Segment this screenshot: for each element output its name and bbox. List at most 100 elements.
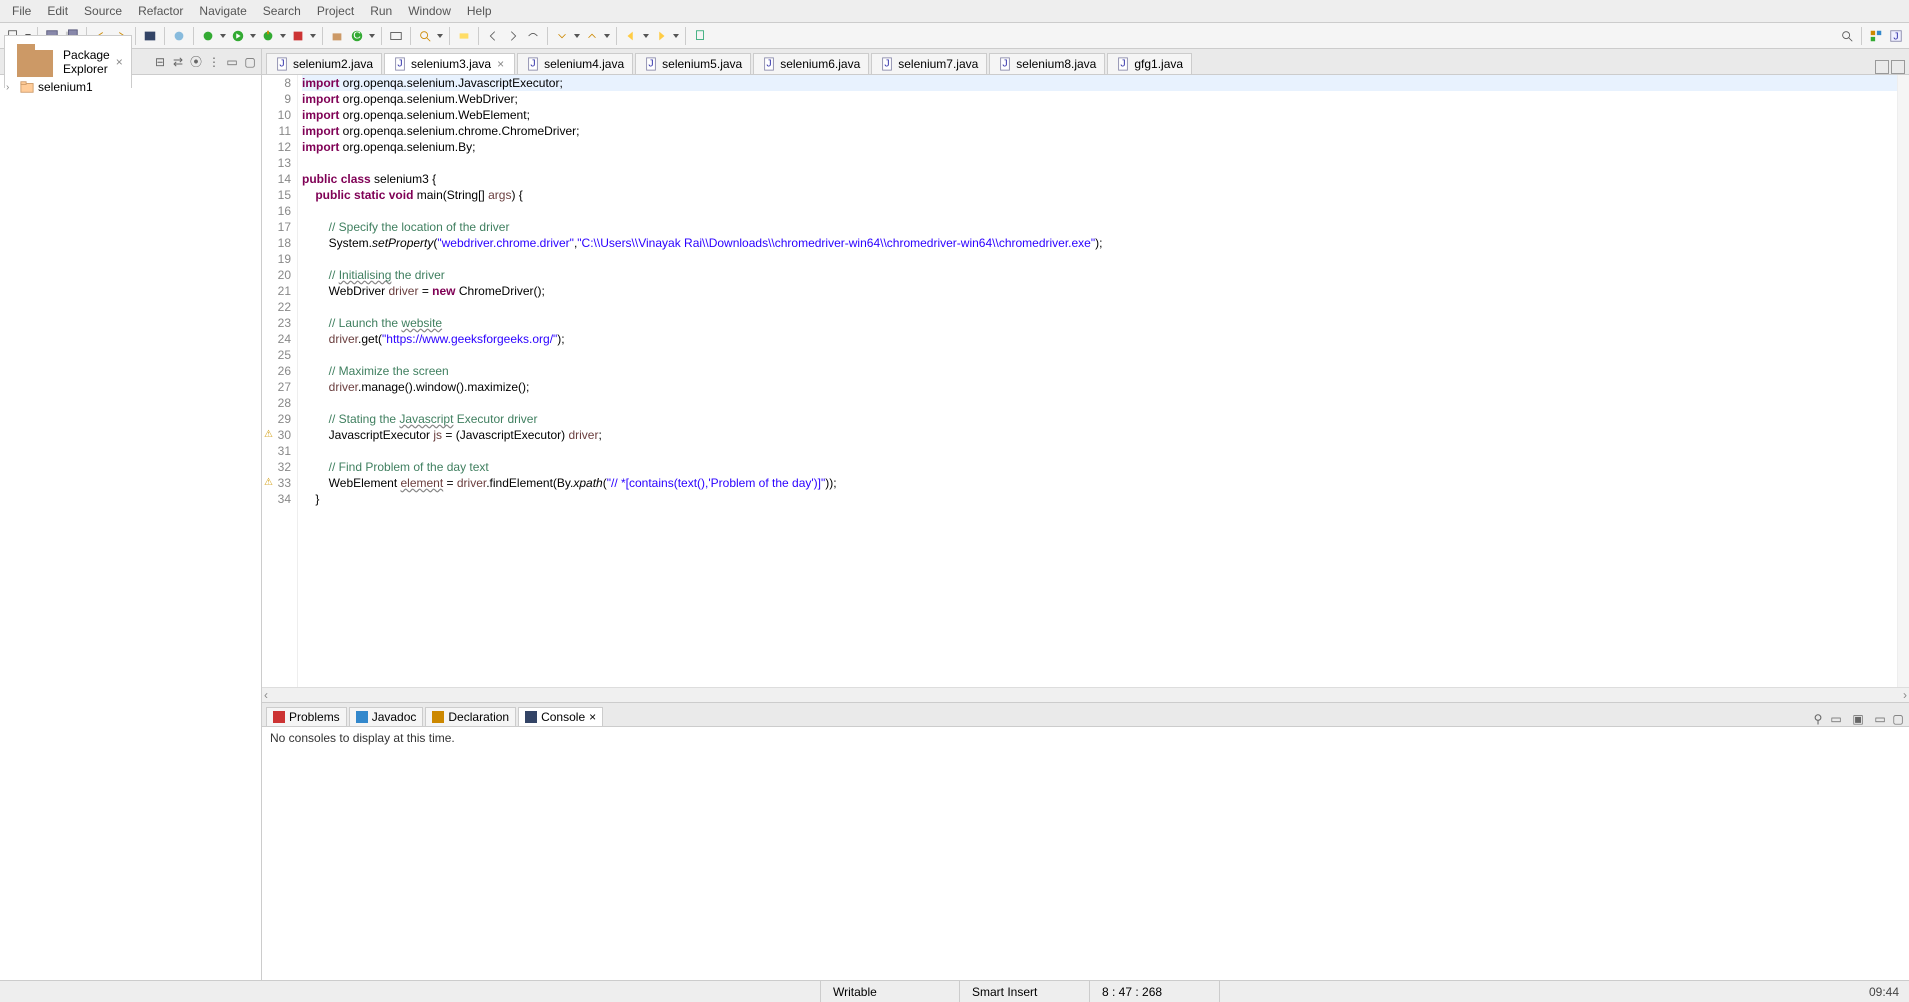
editor-tab[interactable]: Jselenium6.java bbox=[753, 53, 869, 74]
collapse-all-icon[interactable]: ⊟ bbox=[153, 55, 167, 69]
bottom-tab-javadoc[interactable]: Javadoc bbox=[349, 707, 424, 726]
search-icon[interactable] bbox=[417, 28, 433, 44]
new-class-dropdown[interactable] bbox=[368, 28, 376, 44]
prev-annotation-dropdown[interactable] bbox=[603, 28, 611, 44]
new-class-icon[interactable]: C bbox=[349, 28, 365, 44]
editor-tab[interactable]: Jselenium5.java bbox=[635, 53, 751, 74]
svg-text:J: J bbox=[767, 58, 772, 70]
prev-annotation-icon[interactable] bbox=[584, 28, 600, 44]
java-file-icon: J bbox=[526, 57, 540, 71]
tab-label: selenium5.java bbox=[662, 57, 742, 71]
editor-tab[interactable]: Jselenium4.java bbox=[517, 53, 633, 74]
pin-console-icon[interactable]: ⚲ bbox=[1811, 712, 1825, 726]
svg-text:J: J bbox=[885, 58, 890, 70]
bottom-tab-declaration[interactable]: Declaration bbox=[425, 707, 516, 726]
search-dropdown[interactable] bbox=[436, 28, 444, 44]
open-console-icon[interactable]: ▣ bbox=[1851, 712, 1865, 726]
annotation-next-icon[interactable] bbox=[505, 28, 521, 44]
java-file-icon: J bbox=[1116, 57, 1130, 71]
menu-refactor[interactable]: Refactor bbox=[130, 2, 191, 20]
editor-tab[interactable]: Jselenium8.java bbox=[989, 53, 1105, 74]
menu-project[interactable]: Project bbox=[309, 2, 362, 20]
tab-label: Declaration bbox=[448, 710, 509, 724]
tab-label: Console bbox=[541, 710, 585, 724]
bottom-tabs: ProblemsJavadoc Declaration Console × ⚲ ▭ ▣… bbox=[262, 703, 1909, 727]
back-icon[interactable] bbox=[623, 28, 639, 44]
close-icon[interactable]: × bbox=[589, 710, 596, 724]
menu-file[interactable]: File bbox=[4, 2, 39, 20]
console-content: No consoles to display at this time. bbox=[262, 727, 1909, 980]
minimize-panel-icon[interactable]: ▭ bbox=[1873, 712, 1887, 726]
editor-tab[interactable]: Jselenium3.java × bbox=[384, 53, 515, 74]
svg-text:J: J bbox=[530, 58, 535, 70]
forward-dropdown[interactable] bbox=[672, 28, 680, 44]
editor-tab[interactable]: Jselenium2.java bbox=[266, 53, 382, 74]
close-icon[interactable]: × bbox=[114, 55, 125, 69]
open-type-icon[interactable] bbox=[388, 28, 404, 44]
quick-access-icon[interactable] bbox=[1839, 28, 1855, 44]
tab-label: selenium3.java bbox=[411, 57, 491, 71]
external-tools-icon[interactable] bbox=[290, 28, 306, 44]
console-message: No consoles to display at this time. bbox=[270, 731, 455, 745]
menu-window[interactable]: Window bbox=[400, 2, 459, 20]
horizontal-scrollbar[interactable]: ‹› bbox=[262, 687, 1909, 702]
menu-run[interactable]: Run bbox=[362, 2, 400, 20]
external-tools-dropdown[interactable] bbox=[309, 28, 317, 44]
explorer-tree: › selenium1 bbox=[0, 75, 261, 99]
tree-item[interactable]: › selenium1 bbox=[4, 79, 257, 95]
menu-navigate[interactable]: Navigate bbox=[191, 2, 254, 20]
menu-search[interactable]: Search bbox=[255, 2, 309, 20]
coverage-icon[interactable] bbox=[260, 28, 276, 44]
java-file-icon: J bbox=[762, 57, 776, 71]
tab-label: selenium4.java bbox=[544, 57, 624, 71]
link-editor-icon[interactable]: ⇄ bbox=[171, 55, 185, 69]
next-annotation-icon[interactable] bbox=[554, 28, 570, 44]
editor-tab[interactable]: Jgfg1.java bbox=[1107, 53, 1192, 74]
clock: 09:44 bbox=[1869, 985, 1909, 999]
terminal-icon[interactable] bbox=[142, 28, 158, 44]
debug-icon[interactable] bbox=[200, 28, 216, 44]
editor-tab[interactable]: Jselenium7.java bbox=[871, 53, 987, 74]
open-perspective-icon[interactable] bbox=[1868, 28, 1884, 44]
java-file-icon: J bbox=[393, 57, 407, 71]
maximize-panel-icon[interactable]: ▢ bbox=[1891, 712, 1905, 726]
javadoc-icon bbox=[356, 711, 368, 723]
coverage-dropdown[interactable] bbox=[279, 28, 287, 44]
last-edit-icon[interactable] bbox=[525, 28, 541, 44]
run-icon[interactable] bbox=[230, 28, 246, 44]
new-package-icon[interactable] bbox=[329, 28, 345, 44]
java-file-icon: J bbox=[275, 57, 289, 71]
close-icon[interactable]: × bbox=[495, 57, 506, 71]
editor-maximize-icon[interactable] bbox=[1891, 60, 1905, 74]
annotation-prev-icon[interactable] bbox=[485, 28, 501, 44]
run-dropdown[interactable] bbox=[249, 28, 257, 44]
expand-icon[interactable]: › bbox=[6, 82, 16, 93]
bottom-tab-console[interactable]: Console × bbox=[518, 707, 603, 726]
focus-task-icon[interactable]: ⦿ bbox=[189, 55, 203, 69]
skip-breakpoints-icon[interactable] bbox=[171, 28, 187, 44]
bottom-tab-problems[interactable]: Problems bbox=[266, 707, 347, 726]
editor-minimize-icon[interactable] bbox=[1875, 60, 1889, 74]
editor-tabs: Jselenium2.javaJselenium3.java×Jselenium… bbox=[262, 49, 1909, 75]
menu-help[interactable]: Help bbox=[459, 2, 500, 20]
menu-bar: FileEditSourceRefactorNavigateSearchProj… bbox=[0, 0, 1909, 23]
code-content[interactable]: import org.openqa.selenium.JavascriptExe… bbox=[298, 75, 1897, 687]
code-editor[interactable]: 8910111213141516171819202122232425262728… bbox=[262, 75, 1909, 687]
debug-dropdown[interactable] bbox=[219, 28, 227, 44]
menu-edit[interactable]: Edit bbox=[39, 2, 76, 20]
java-perspective-icon[interactable]: J bbox=[1888, 28, 1904, 44]
pin-editor-icon[interactable] bbox=[692, 28, 708, 44]
tree-item-label: selenium1 bbox=[38, 80, 93, 94]
next-annotation-dropdown[interactable] bbox=[573, 28, 581, 44]
toggle-highlight-icon[interactable] bbox=[456, 28, 472, 44]
maximize-icon[interactable]: ▢ bbox=[243, 55, 257, 69]
overview-ruler[interactable] bbox=[1897, 75, 1909, 687]
display-console-icon[interactable]: ▭ bbox=[1829, 712, 1843, 726]
menu-source[interactable]: Source bbox=[76, 2, 130, 20]
forward-icon[interactable] bbox=[653, 28, 669, 44]
back-dropdown[interactable] bbox=[642, 28, 650, 44]
view-menu-icon[interactable]: ⋮ bbox=[207, 55, 221, 69]
svg-text:J: J bbox=[1121, 58, 1126, 70]
minimize-icon[interactable]: ▭ bbox=[225, 55, 239, 69]
tab-label: selenium6.java bbox=[780, 57, 860, 71]
